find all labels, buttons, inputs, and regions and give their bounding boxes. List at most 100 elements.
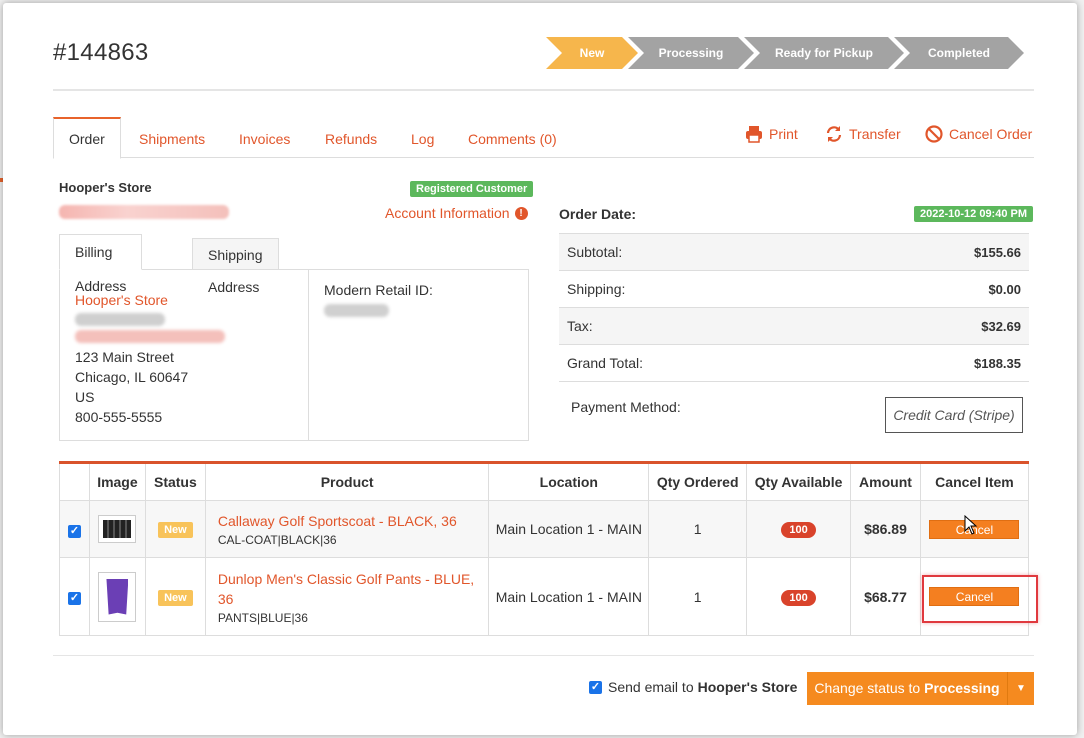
order-items-table: Image Status Product Location Qty Ordere…: [59, 461, 1030, 636]
row-checkbox[interactable]: ✓: [67, 592, 81, 605]
product-thumbnail-coat[interactable]: [98, 515, 137, 543]
address-street: 123 Main Street: [75, 349, 174, 365]
qty-available-badge: 100: [781, 522, 816, 538]
address-country: US: [75, 389, 95, 405]
send-email-label: Send email to: [608, 679, 694, 695]
address-contact-redacted: [75, 313, 165, 326]
registered-customer-badge: Registered Customer: [410, 181, 534, 197]
subtotal-value: $155.66: [974, 244, 1021, 260]
grand-total-label: Grand Total:: [567, 355, 644, 371]
tax-label: Tax:: [567, 318, 593, 334]
step-new: New: [546, 37, 638, 69]
amount: $86.89: [850, 500, 921, 558]
header-qty-ordered: Qty Ordered: [648, 462, 748, 501]
grand-total-value: $188.35: [974, 355, 1021, 371]
payment-method-label: Payment Method:: [571, 399, 681, 415]
billing-address: Hooper's Store 123 Main Street Chicago, …: [75, 290, 225, 427]
qty-ordered: 1: [648, 557, 748, 636]
print-icon: [746, 126, 762, 143]
tab-shipments[interactable]: Shipments: [139, 117, 205, 158]
transfer-label: Transfer: [849, 126, 901, 142]
caret-down-icon: ▼: [1016, 683, 1026, 694]
header-divider: [53, 89, 1034, 91]
customer-name: Hooper's Store: [59, 180, 152, 195]
highlight-box: [922, 575, 1038, 623]
shipping-label: Shipping:: [567, 281, 626, 297]
address-email-redacted: [75, 330, 225, 343]
totals-row-shipping: Shipping: $0.00: [559, 271, 1029, 308]
shipping-value: $0.00: [988, 281, 1021, 297]
info-icon: !: [514, 206, 528, 220]
product-cell: Dunlop Men's Classic Golf Pants - BLUE, …: [204, 557, 490, 636]
product-sku: PANTS|BLUE|36: [217, 610, 308, 625]
customer-email-redacted: [59, 205, 229, 219]
totals-row-grand-total: Grand Total: $188.35: [559, 345, 1029, 382]
header-select: [59, 462, 90, 501]
header-location: Location: [488, 462, 650, 501]
footer-divider: [53, 655, 1034, 656]
mouse-cursor-icon: [964, 515, 978, 535]
amount: $68.77: [850, 557, 921, 636]
ban-icon: [925, 125, 943, 143]
address-divider: [308, 270, 309, 440]
status-badge: New: [158, 589, 193, 606]
address-phone: 800-555-5555: [75, 409, 163, 425]
product-link[interactable]: Dunlop Men's Classic Golf Pants - BLUE, …: [218, 569, 489, 609]
cancel-order-label: Cancel Order: [949, 126, 1033, 142]
row-select-cell: ✓: [59, 557, 90, 636]
transfer-button[interactable]: Transfer: [825, 125, 901, 143]
tab-order[interactable]: Order: [53, 117, 121, 159]
retail-id-redacted: [324, 304, 389, 317]
account-information-label: Account Information: [385, 205, 510, 221]
order-number: #144863: [53, 39, 149, 66]
tab-comments[interactable]: Comments (0): [468, 117, 557, 158]
send-email-option: ✓ Send email to Hooper's Store: [589, 679, 797, 695]
product-sku: CAL-COAT|BLACK|36: [217, 533, 337, 547]
qty-available-cell: 100: [746, 500, 851, 558]
retail-id-label: Modern Retail ID:: [324, 282, 433, 298]
status-progress: New Processing Ready for Pickup Complete…: [546, 37, 1014, 69]
tab-refunds[interactable]: Refunds: [325, 117, 377, 158]
step-completed: Completed: [894, 37, 1024, 69]
send-email-checkbox[interactable]: ✓: [589, 680, 602, 694]
print-button[interactable]: Print: [745, 125, 798, 143]
account-information-link[interactable]: Account Information !: [385, 205, 528, 221]
step-ready-for-pickup: Ready for Pickup: [744, 37, 904, 69]
tab-invoices[interactable]: Invoices: [239, 117, 290, 158]
tab-log[interactable]: Log: [411, 117, 434, 158]
row-checkbox[interactable]: ✓: [67, 524, 81, 538]
table-row: ✓ New Dunlop Men's Classic Golf Pants - …: [59, 557, 1030, 636]
change-status-button[interactable]: Change status to Processing: [807, 672, 1008, 705]
tab-shipping-address[interactable]: Shipping Address: [192, 238, 279, 295]
print-label: Print: [769, 126, 798, 142]
image-cell: [88, 557, 146, 636]
header-cancel-item: Cancel Item: [919, 462, 1030, 501]
header-qty-available: Qty Available: [746, 462, 851, 501]
tab-billing-address[interactable]: Billing Address: [59, 234, 143, 294]
change-status-button-group: Change status to Processing ▼: [807, 672, 1034, 705]
order-modal: #144863 New Processing Ready for Pickup …: [3, 3, 1077, 735]
address-city: Chicago, IL 60647: [75, 369, 189, 385]
header-product: Product: [204, 462, 490, 501]
status-cell: New: [144, 557, 206, 636]
header-amount: Amount: [850, 462, 921, 501]
order-date-label: Order Date:: [559, 206, 637, 222]
tax-value: $32.69: [981, 318, 1021, 334]
totals-row-subtotal: Subtotal: $155.66: [559, 234, 1029, 271]
totals-row-tax: Tax: $32.69: [559, 308, 1029, 345]
location-link[interactable]: Main Location 1 - MAIN: [488, 500, 650, 558]
cancel-order-button[interactable]: Cancel Order: [925, 125, 1032, 143]
status-cell: New: [144, 500, 206, 558]
product-cell: Callaway Golf Sportscoat - BLACK, 36 CAL…: [204, 500, 490, 558]
table-row: ✓ New Callaway Golf Sportscoat - BLACK, …: [59, 500, 1030, 558]
change-status-target: Processing: [924, 680, 1000, 696]
status-dropdown-toggle[interactable]: ▼: [1008, 672, 1034, 705]
product-link[interactable]: Callaway Golf Sportscoat - BLACK, 36: [218, 511, 489, 531]
product-thumbnail-pants[interactable]: [98, 571, 137, 622]
qty-available-cell: 100: [746, 557, 851, 636]
location-link[interactable]: Main Location 1 - MAIN: [488, 557, 650, 636]
payment-method-value: Credit Card (Stripe): [885, 397, 1023, 433]
send-email-recipient: Hooper's Store: [697, 679, 798, 695]
header-status: Status: [144, 462, 206, 501]
retail-id-section: Modern Retail ID:: [324, 282, 433, 321]
